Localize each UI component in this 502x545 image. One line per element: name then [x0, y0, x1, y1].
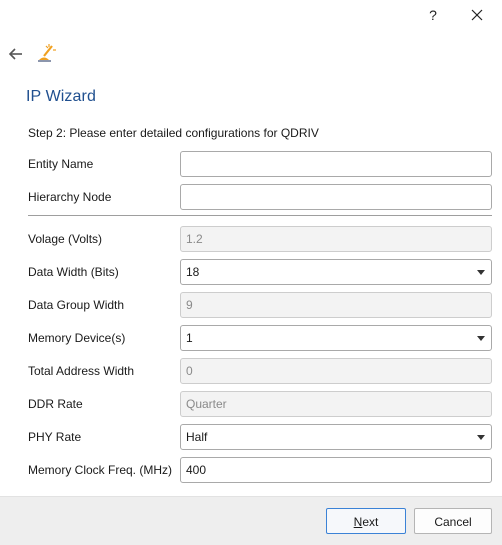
phy-rate-row: PHY Rate Half — [28, 424, 492, 450]
total-address-width-field: 0 — [180, 358, 492, 384]
memory-clock-freq-input[interactable] — [181, 458, 491, 482]
hierarchy-node-field[interactable] — [180, 184, 492, 210]
data-width-row: Data Width (Bits) 18 — [28, 259, 492, 285]
hierarchy-node-row: Hierarchy Node — [28, 184, 492, 210]
memory-devices-dropdown[interactable]: 1 — [180, 325, 492, 351]
total-address-width-value: 0 — [186, 364, 193, 378]
data-width-dropdown[interactable]: 18 — [180, 259, 492, 285]
question-mark-icon: ? — [429, 7, 437, 23]
ddr-rate-label: DDR Rate — [28, 397, 83, 411]
voltage-value: 1.2 — [186, 232, 203, 246]
close-button[interactable] — [466, 4, 488, 26]
chevron-down-icon — [477, 270, 485, 275]
next-label: ext — [362, 515, 379, 529]
wizard-wand-icon — [37, 42, 57, 64]
memory-devices-row: Memory Device(s) 1 — [28, 325, 492, 351]
phy-rate-value: Half — [186, 430, 208, 444]
entity-name-row: Entity Name — [28, 151, 492, 177]
memory-clock-freq-row: Memory Clock Freq. (MHz) — [28, 457, 492, 483]
chevron-down-icon — [477, 435, 485, 440]
cancel-button[interactable]: Cancel — [414, 508, 492, 534]
data-group-width-label: Data Group Width — [28, 298, 125, 312]
step-description: Step 2: Please enter detailed configurat… — [28, 126, 319, 140]
total-address-width-row: Total Address Width 0 — [28, 358, 492, 384]
entity-name-field[interactable] — [180, 151, 492, 177]
help-button[interactable]: ? — [424, 4, 442, 26]
memory-clock-freq-label: Memory Clock Freq. (MHz) — [28, 463, 173, 477]
back-button[interactable] — [6, 44, 26, 64]
voltage-field: 1.2 — [180, 226, 492, 252]
toolbar — [0, 38, 502, 70]
title-bar: ? — [0, 0, 502, 32]
ddr-rate-row: DDR Rate Quarter — [28, 391, 492, 417]
data-width-value: 18 — [186, 265, 200, 279]
total-address-width-label: Total Address Width — [28, 364, 135, 378]
ddr-rate-field: Quarter — [180, 391, 492, 417]
data-group-width-row: Data Group Width 9 — [28, 292, 492, 318]
data-width-label: Data Width (Bits) — [28, 265, 119, 279]
entity-name-label: Entity Name — [28, 157, 94, 171]
hierarchy-node-label: Hierarchy Node — [28, 190, 112, 204]
chevron-down-icon — [477, 336, 485, 341]
dialog-footer: Next Cancel — [0, 496, 502, 545]
close-icon — [471, 9, 483, 21]
entity-name-input[interactable] — [181, 152, 491, 176]
next-button[interactable]: Next — [326, 508, 406, 534]
data-group-width-field: 9 — [180, 292, 492, 318]
phy-rate-dropdown[interactable]: Half — [180, 424, 492, 450]
data-group-width-value: 9 — [186, 298, 193, 312]
phy-rate-label: PHY Rate — [28, 430, 82, 444]
hierarchy-node-input[interactable] — [181, 185, 491, 209]
voltage-label: Volage (Volts) — [28, 232, 103, 246]
voltage-row: Volage (Volts) 1.2 — [28, 226, 492, 252]
section-divider — [28, 215, 492, 216]
back-arrow-icon — [8, 48, 22, 60]
memory-devices-label: Memory Device(s) — [28, 331, 126, 345]
ddr-rate-value: Quarter — [186, 397, 227, 411]
memory-devices-value: 1 — [186, 331, 193, 345]
page-title: IP Wizard — [26, 88, 96, 105]
memory-clock-freq-field[interactable] — [180, 457, 492, 483]
